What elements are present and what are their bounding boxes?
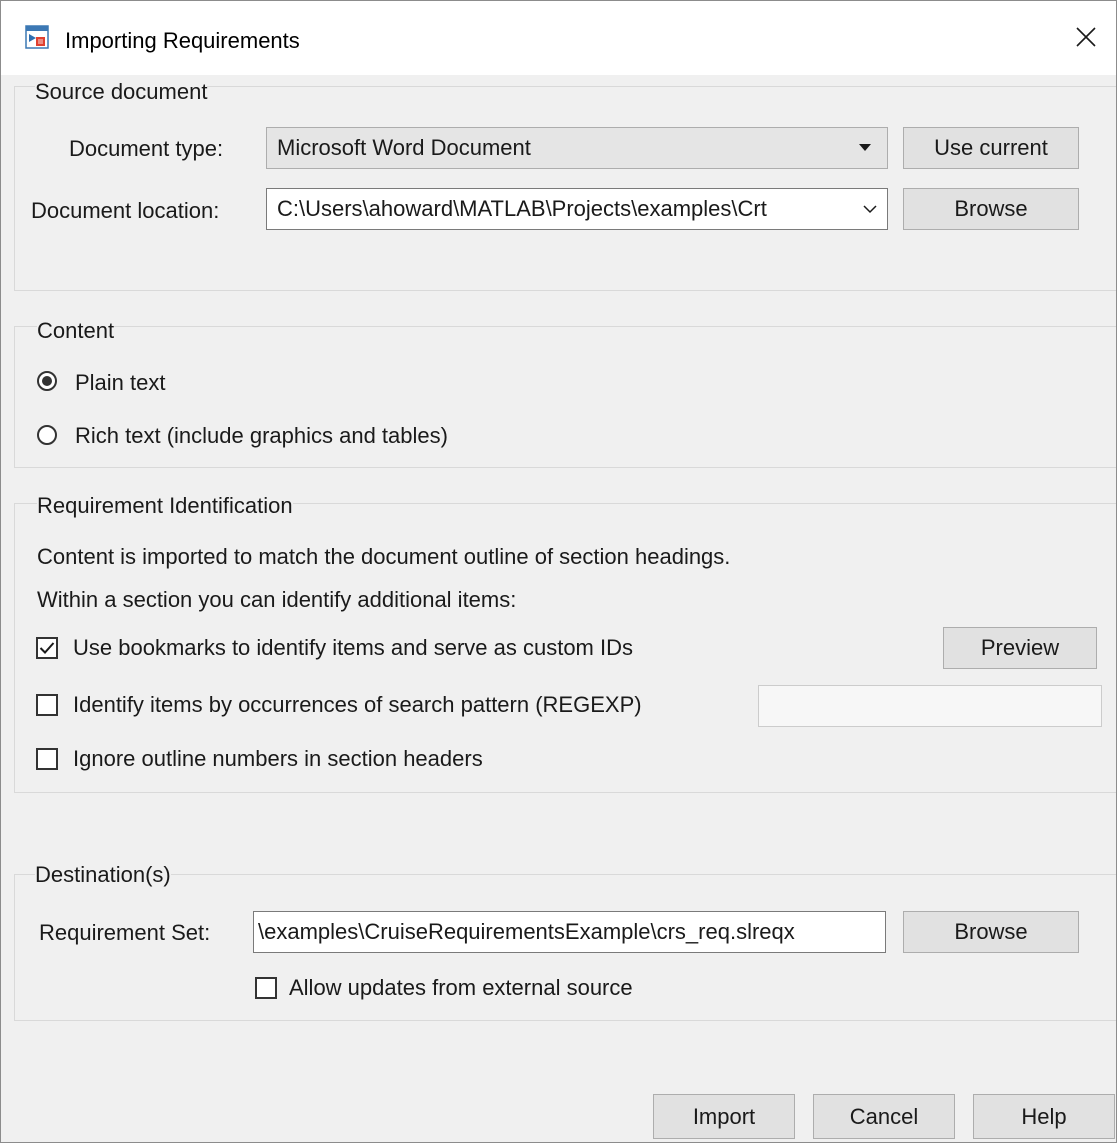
use-bookmarks-label: Use bookmarks to identify items and serv… — [73, 635, 633, 660]
search-pattern-label: Identify items by occurrences of search … — [73, 692, 642, 717]
rich-text-radio[interactable] — [37, 425, 57, 445]
ignore-outline-numbers-checkbox[interactable] — [36, 748, 58, 770]
close-button[interactable] — [1066, 17, 1106, 57]
destination-browse-button[interactable]: Browse — [903, 911, 1079, 953]
plain-text-label: Plain text — [75, 370, 166, 395]
checkmark-icon — [39, 642, 55, 654]
requirement-identification-title: Requirement Identification — [37, 493, 293, 519]
import-requirements-dialog: Importing Requirements Source document D… — [0, 0, 1117, 1143]
identification-description-2: Within a section you can identify additi… — [37, 587, 517, 612]
radio-selected-dot — [42, 376, 52, 386]
rich-text-label: Rich text (include graphics and tables) — [75, 423, 448, 448]
allow-updates-label: Allow updates from external source — [289, 975, 633, 1000]
content-title: Content — [37, 318, 115, 344]
document-type-value: Microsoft Word Document — [277, 135, 531, 160]
document-type-label: Document type: — [69, 136, 224, 161]
title-bar: Importing Requirements — [1, 1, 1116, 75]
regexp-input[interactable] — [758, 685, 1102, 727]
requirement-set-label: Requirement Set: — [39, 920, 211, 945]
import-button[interactable]: Import — [653, 1094, 795, 1139]
source-document-title: Source document — [35, 79, 208, 105]
preview-button[interactable]: Preview — [943, 627, 1097, 669]
use-current-button[interactable]: Use current — [903, 127, 1079, 169]
document-location-combo[interactable]: C:\Users\ahoward\MATLAB\Projects\example… — [266, 188, 888, 230]
cancel-button[interactable]: Cancel — [813, 1094, 955, 1139]
help-button[interactable]: Help — [973, 1094, 1115, 1139]
dropdown-arrow-icon — [843, 128, 887, 168]
destination-title: Destination(s) — [35, 862, 171, 888]
plain-text-radio[interactable] — [37, 371, 57, 391]
document-type-dropdown[interactable]: Microsoft Word Document — [266, 127, 888, 169]
identification-description-1: Content is imported to match the documen… — [37, 544, 731, 569]
ignore-outline-numbers-label: Ignore outline numbers in section header… — [73, 746, 483, 771]
source-browse-button[interactable]: Browse — [903, 188, 1079, 230]
close-icon — [1076, 27, 1096, 47]
use-bookmarks-checkbox[interactable] — [36, 637, 58, 659]
chevron-down-icon — [853, 189, 887, 229]
window-title: Importing Requirements — [65, 28, 300, 53]
search-pattern-checkbox[interactable] — [36, 694, 58, 716]
matlab-app-icon — [25, 25, 49, 49]
requirement-set-input[interactable]: \examples\CruiseRequirementsExample\crs_… — [253, 911, 886, 953]
document-location-value: C:\Users\ahoward\MATLAB\Projects\example… — [277, 196, 767, 221]
document-location-label: Document location: — [31, 198, 220, 223]
allow-updates-checkbox[interactable] — [255, 977, 277, 999]
